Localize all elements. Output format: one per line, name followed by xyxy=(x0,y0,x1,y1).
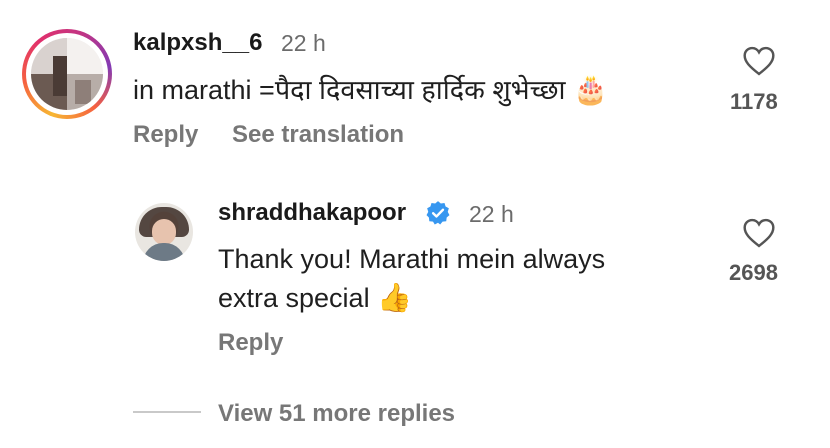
like-count: 1178 xyxy=(730,89,778,114)
verified-badge-icon xyxy=(425,200,451,226)
comment-text: in marathi =पैदा दिवसाच्या हार्दिक शुभेच… xyxy=(133,68,608,112)
comment-timestamp: 22 h xyxy=(281,30,326,56)
comment-text-body: in marathi =पैदा दिवसाच्या हार्दिक शुभेच… xyxy=(133,75,566,105)
reply-button[interactable]: Reply xyxy=(133,121,198,149)
avatar[interactable] xyxy=(31,38,103,110)
thumbs-up-emoji: 👍 xyxy=(377,282,412,313)
heart-outline-icon[interactable] xyxy=(742,218,776,248)
view-more-replies-button[interactable]: View 51 more replies xyxy=(218,400,455,428)
reply-username[interactable]: shraddhakapoor xyxy=(218,199,406,227)
thread-divider xyxy=(133,411,201,413)
reply-text-line1: Thank you! Marathi mein always xyxy=(218,244,606,274)
reply-text-line2: extra special xyxy=(218,283,370,313)
reply-timestamp: 22 h xyxy=(469,201,514,227)
reply-button[interactable]: Reply xyxy=(218,329,283,357)
birthday-cake-emoji: 🎂 xyxy=(573,74,608,105)
reply-text-line2-wrap: extra special 👍 xyxy=(218,276,412,320)
avatar[interactable] xyxy=(135,203,193,261)
see-translation-button[interactable]: See translation xyxy=(232,121,404,149)
heart-outline-icon[interactable] xyxy=(742,46,776,76)
like-count: 2698 xyxy=(729,260,778,285)
comment-username[interactable]: kalpxsh__6 xyxy=(133,29,262,57)
